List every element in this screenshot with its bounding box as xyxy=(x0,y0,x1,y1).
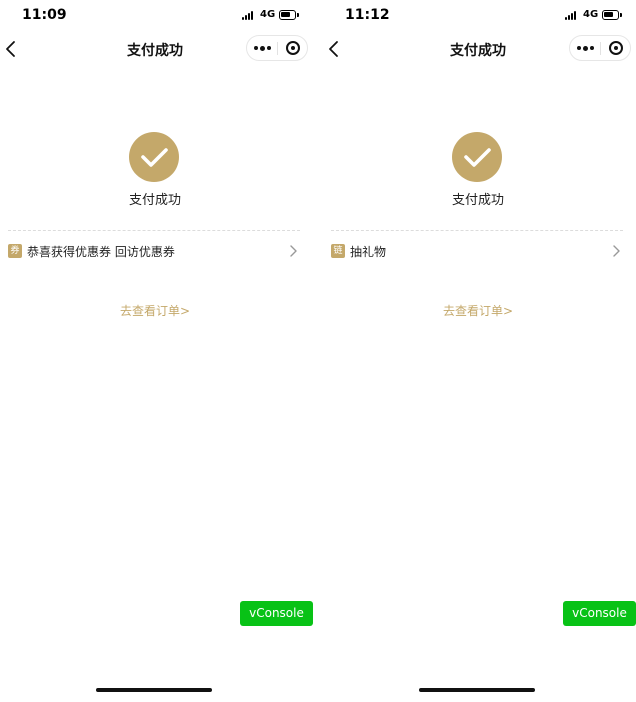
vconsole-button[interactable]: vConsole xyxy=(563,601,636,626)
signal-icon xyxy=(565,11,579,20)
reward-row[interactable]: 券 恭喜获得优惠券 回访优惠券 xyxy=(8,241,300,261)
vconsole-button[interactable]: vConsole xyxy=(240,601,313,626)
view-order-link[interactable]: 去查看订单> xyxy=(323,302,633,319)
nav-bar: 支付成功 xyxy=(323,32,633,66)
more-dots-icon xyxy=(577,46,581,50)
success-icon xyxy=(452,132,502,182)
capsule-divider xyxy=(277,42,278,55)
view-order-link[interactable]: 去查看订单> xyxy=(0,302,310,319)
checkmark-icon xyxy=(464,148,491,167)
screenshot-stage: 11:09 4G 支付成功 支付成功 券 恭喜获得优惠券 回访优惠券 去查看订单… xyxy=(0,0,636,702)
more-dots-icon xyxy=(254,46,258,50)
battery-icon xyxy=(279,10,299,20)
more-button[interactable] xyxy=(247,36,277,60)
coupon-badge-icon: 券 xyxy=(8,244,22,258)
capsule-divider xyxy=(600,42,601,55)
checkmark-icon xyxy=(141,148,168,167)
close-button[interactable] xyxy=(279,36,307,60)
success-message: 支付成功 xyxy=(128,193,181,208)
more-button[interactable] xyxy=(570,36,600,60)
chevron-right-icon xyxy=(290,245,297,257)
mini-program-capsule xyxy=(246,35,308,61)
status-bar: 11:09 4G xyxy=(0,0,310,32)
status-time: 11:09 xyxy=(22,7,67,23)
dashed-divider xyxy=(8,230,300,231)
close-button[interactable] xyxy=(602,36,630,60)
mini-program-capsule xyxy=(569,35,631,61)
home-indicator[interactable] xyxy=(96,688,212,692)
reward-row[interactable]: 链 抽礼物 xyxy=(331,241,623,261)
phone-screen-right: 11:12 4G 支付成功 支付成功 链 抽礼物 去查看订单> vConsole xyxy=(323,0,636,702)
battery-icon xyxy=(602,10,622,20)
reward-label: 恭喜获得优惠券 回访优惠券 xyxy=(27,245,175,259)
dashed-divider xyxy=(331,230,623,231)
home-indicator[interactable] xyxy=(419,688,535,692)
status-bar: 11:12 4G xyxy=(323,0,633,32)
network-label: 4G xyxy=(583,9,599,20)
chevron-right-icon xyxy=(613,245,620,257)
success-icon xyxy=(129,132,179,182)
network-label: 4G xyxy=(260,9,276,20)
signal-icon xyxy=(242,11,256,20)
phone-screen-left: 11:09 4G 支付成功 支付成功 券 恭喜获得优惠券 回访优惠券 去查看订单… xyxy=(0,0,313,702)
nav-bar: 支付成功 xyxy=(0,32,310,66)
status-time: 11:12 xyxy=(345,7,390,23)
link-badge-icon: 链 xyxy=(331,244,345,258)
success-message: 支付成功 xyxy=(451,193,504,208)
reward-label: 抽礼物 xyxy=(350,245,387,259)
